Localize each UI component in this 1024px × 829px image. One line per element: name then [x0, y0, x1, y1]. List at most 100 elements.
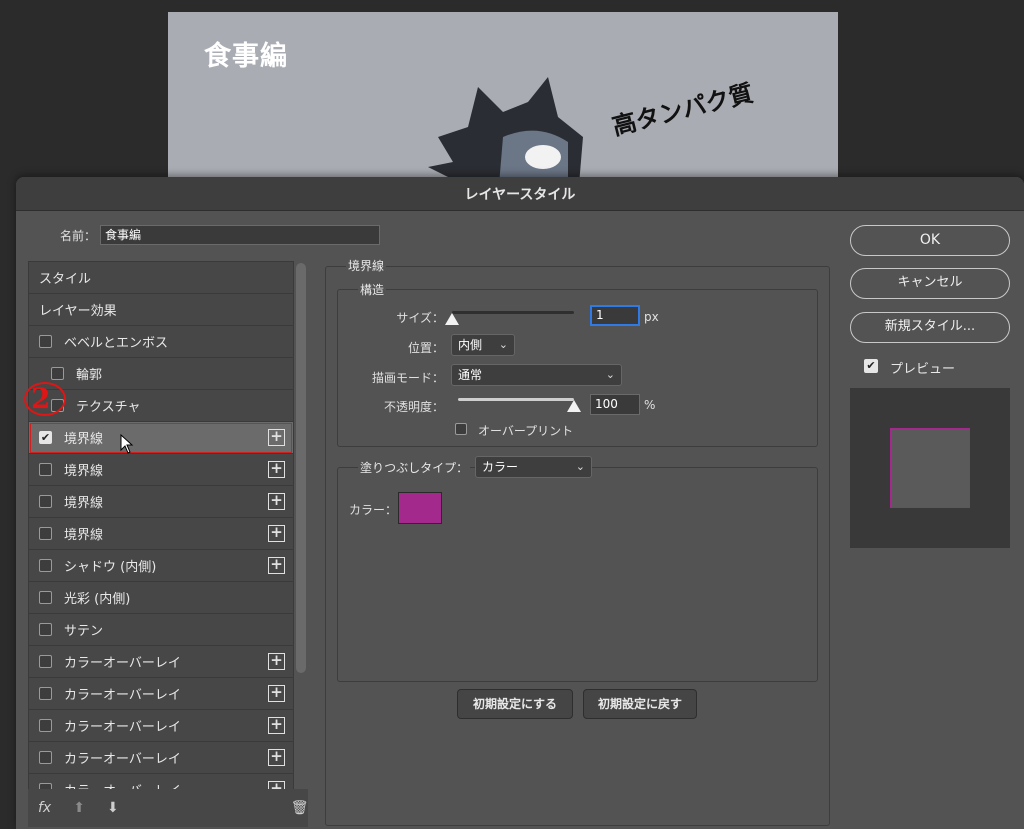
add-effect-icon[interactable]: +: [268, 717, 285, 734]
style-item-label: レイヤー効果: [39, 304, 117, 319]
chevron-down-icon: ⌄: [498, 338, 508, 351]
fill-type-label: 塗りつぶしタイプ：: [358, 459, 471, 476]
opacity-slider-fill: [458, 398, 574, 401]
style-checkbox[interactable]: [39, 719, 52, 732]
style-item[interactable]: シャドウ (内側) +: [29, 550, 293, 582]
style-item[interactable]: ベベルとエンボス: [29, 326, 293, 358]
preview-label: プレビュー: [890, 362, 956, 377]
opacity-slider[interactable]: [458, 398, 574, 401]
position-label: 位置：: [407, 341, 444, 355]
style-item[interactable]: ✔ 境界線 +: [29, 422, 293, 454]
overprint-checkbox[interactable]: [455, 423, 467, 435]
style-item[interactable]: レイヤー効果: [29, 294, 293, 326]
opacity-slider-thumb[interactable]: [567, 400, 581, 412]
style-item-label: カラーオーバーレイ: [64, 688, 181, 703]
style-checkbox[interactable]: [39, 687, 52, 700]
add-effect-icon[interactable]: +: [268, 493, 285, 510]
preview-checkbox[interactable]: ✔: [864, 359, 878, 373]
style-checkbox[interactable]: [39, 559, 52, 572]
style-checkbox[interactable]: [39, 751, 52, 764]
size-unit: px: [644, 310, 659, 324]
stroke-section-title: 境界線: [346, 257, 387, 274]
fill-type-value: カラー: [482, 460, 519, 474]
opacity-unit: %: [644, 398, 656, 412]
add-effect-icon[interactable]: +: [268, 685, 285, 702]
add-effect-icon[interactable]: +: [268, 749, 285, 766]
style-item[interactable]: カラーオーバーレイ +: [29, 710, 293, 742]
size-input[interactable]: 1: [590, 305, 640, 326]
style-list-footer: fx ⬆ ⬇ 🗑: [28, 789, 308, 827]
horse-illustration: [428, 77, 598, 192]
style-item[interactable]: 境界線 +: [29, 454, 293, 486]
style-list-scrollbar[interactable]: [296, 263, 306, 673]
add-effect-icon[interactable]: +: [268, 557, 285, 574]
style-item[interactable]: 輪郭: [29, 358, 293, 390]
style-item[interactable]: カラーオーバーレイ +: [29, 678, 293, 710]
style-item[interactable]: 境界線 +: [29, 486, 293, 518]
chevron-down-icon: ⌄: [605, 368, 615, 381]
style-item[interactable]: スタイル: [29, 262, 293, 294]
size-slider-thumb[interactable]: [445, 313, 459, 325]
name-label: 名前：: [60, 228, 97, 243]
add-effect-icon[interactable]: +: [268, 525, 285, 542]
annotation-number: 2: [31, 382, 51, 415]
style-checkbox[interactable]: [39, 335, 52, 348]
style-item-label: 光彩 (内側): [64, 592, 131, 607]
style-item[interactable]: 境界線 +: [29, 518, 293, 550]
add-effect-icon[interactable]: +: [268, 653, 285, 670]
position-select[interactable]: 内側 ⌄: [451, 334, 515, 356]
style-item-label: 境界線: [64, 496, 104, 511]
blend-mode-select[interactable]: 通常 ⌄: [451, 364, 622, 386]
style-checkbox[interactable]: [51, 367, 64, 380]
style-item-label: カラーオーバーレイ: [64, 656, 181, 671]
style-checkbox[interactable]: [39, 495, 52, 508]
fill-type-select[interactable]: カラー ⌄: [475, 456, 592, 478]
mouse-cursor-icon: [120, 434, 134, 454]
style-item[interactable]: 光彩 (内側): [29, 582, 293, 614]
chevron-down-icon: ⌄: [575, 460, 585, 473]
style-item[interactable]: サテン: [29, 614, 293, 646]
layer-style-dialog: レイヤースタイル 名前： 食事編 スタイルレイヤー効果ベベルとエンボス輪郭テクス…: [16, 177, 1024, 829]
new-style-button[interactable]: 新規スタイル...: [850, 312, 1010, 343]
opacity-input[interactable]: 100: [590, 394, 640, 415]
style-item[interactable]: カラーオーバーレイ +: [29, 646, 293, 678]
blend-mode-value: 通常: [458, 368, 483, 382]
name-row: 名前： 食事編: [60, 225, 381, 245]
style-checkbox[interactable]: [39, 527, 52, 540]
size-slider[interactable]: [452, 311, 574, 314]
add-effect-icon[interactable]: +: [268, 429, 285, 446]
color-swatch[interactable]: [398, 492, 442, 524]
style-checkbox[interactable]: [39, 463, 52, 476]
dialog-title: レイヤースタイル: [16, 177, 1024, 211]
make-default-button[interactable]: 初期設定にする: [457, 689, 573, 719]
style-checkbox[interactable]: [39, 591, 52, 604]
style-checkbox[interactable]: [39, 623, 52, 636]
blend-mode-label: 描画モード：: [371, 371, 444, 385]
ok-button[interactable]: OK: [850, 225, 1010, 256]
style-checkbox[interactable]: [39, 655, 52, 668]
size-label: サイズ：: [396, 311, 444, 325]
style-item-label: シャドウ (内側): [64, 560, 157, 575]
style-preview: [850, 388, 1010, 548]
add-effect-icon[interactable]: +: [268, 461, 285, 478]
style-item[interactable]: テクスチャ: [29, 390, 293, 422]
arrow-down-icon[interactable]: ⬇: [107, 800, 119, 816]
trash-icon[interactable]: 🗑: [291, 800, 309, 816]
opacity-label: 不透明度：: [383, 400, 444, 414]
style-item-label: カラーオーバーレイ: [64, 720, 181, 735]
fx-button[interactable]: fx: [38, 800, 51, 816]
structure-title: 構造: [358, 281, 387, 298]
style-list: スタイル レイヤー効果 ベベルとエンボス 輪郭 テクスチャ ✔ 境界線 + 境界線 + 境界線 + 境界…: [28, 261, 294, 826]
color-label: カラー：: [349, 503, 398, 517]
style-item-label: サテン: [64, 624, 104, 639]
style-item-label: ベベルとエンボス: [64, 336, 169, 351]
style-item-label: テクスチャ: [76, 400, 141, 415]
reset-default-button[interactable]: 初期設定に戻す: [583, 689, 697, 719]
style-item[interactable]: カラーオーバーレイ +: [29, 742, 293, 774]
style-checkbox[interactable]: ✔: [39, 431, 52, 444]
overprint-label: オーバープリント: [478, 424, 574, 438]
style-item-label: 境界線: [64, 528, 104, 543]
arrow-up-icon[interactable]: ⬆: [73, 800, 85, 816]
name-input[interactable]: 食事編: [100, 225, 381, 245]
cancel-button[interactable]: キャンセル: [850, 268, 1010, 299]
